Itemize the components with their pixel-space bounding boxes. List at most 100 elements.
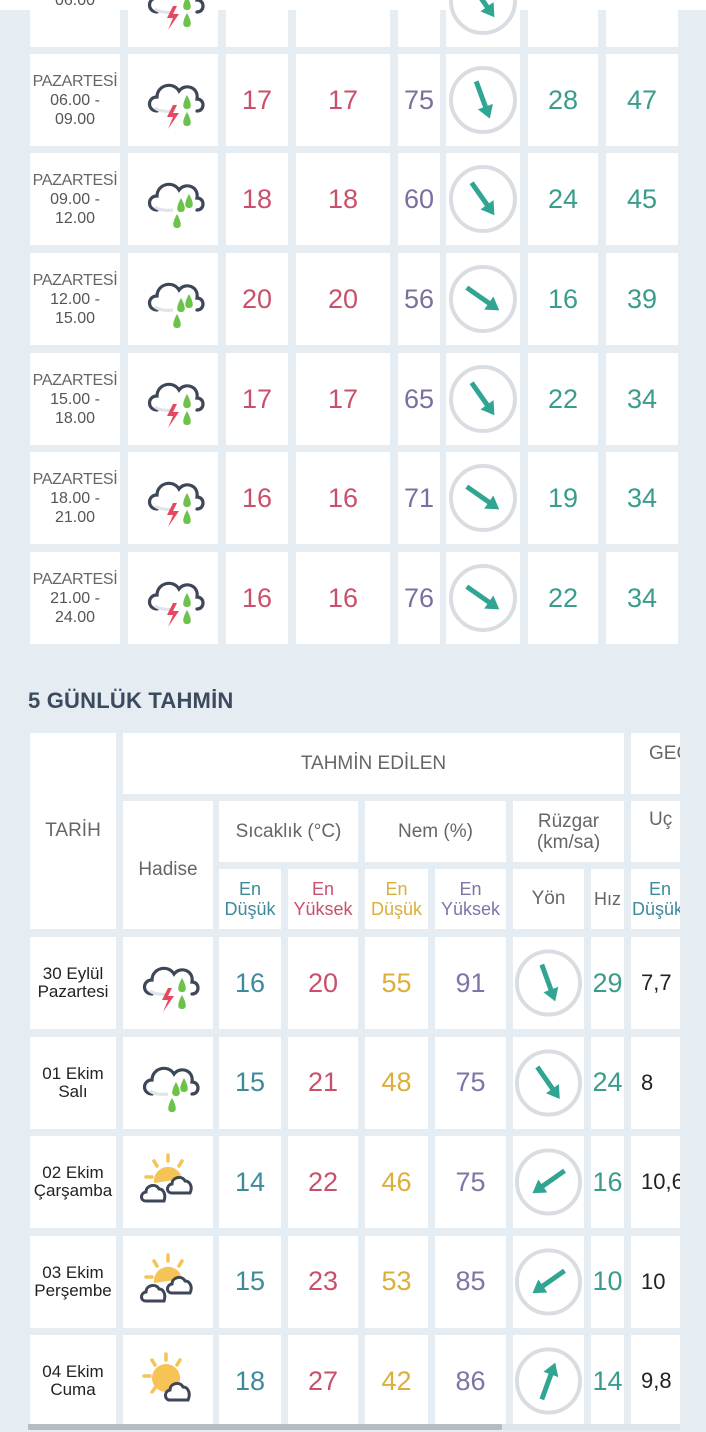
- header-temp-max: En Yüksek: [288, 869, 358, 929]
- hourly-feels-like: 20: [296, 253, 390, 345]
- hourly-humidity: 65: [398, 353, 440, 445]
- label-min: Düşük: [370, 899, 423, 919]
- hourly-date-cell: PAZARTESİ 06.00 -09.00: [30, 54, 120, 146]
- daily-weather-cell: [123, 1235, 213, 1328]
- hourly-date-cell: PAZARTESİ 15.00 -18.00: [30, 353, 120, 445]
- header-direction: Yön: [513, 869, 584, 929]
- label-en: En: [459, 879, 482, 899]
- hourly-feels-like: 17: [296, 54, 390, 146]
- time-start: 06.00 -: [50, 91, 100, 109]
- time-end: 06.00: [54, 0, 96, 9]
- daily-wind-speed: 10: [591, 1235, 624, 1328]
- thunderstorm-rain-icon: [147, 382, 205, 428]
- thunderstorm-rain-icon: [147, 481, 205, 527]
- day-label: PAZARTESİ: [32, 271, 118, 289]
- daily-hum-min: 42: [365, 1335, 428, 1427]
- day-label: PAZARTESİ: [32, 171, 118, 189]
- daily-hum-min: 46: [365, 1136, 428, 1228]
- hourly-feels-like: 16: [296, 552, 390, 644]
- daily-date-cell: 02 Ekim Çarşamba: [30, 1136, 116, 1228]
- time-start: 12.00 -: [50, 290, 100, 308]
- header-wind-line2: (km/sa): [536, 831, 601, 853]
- hourly-feels-like: 16: [296, 452, 390, 544]
- weekday-label: Pazartesi: [37, 982, 109, 1001]
- label-max: Yüksek: [293, 899, 353, 919]
- header-date: TARİH: [30, 733, 116, 929]
- daily-wind-direction: [513, 1235, 584, 1328]
- wind-direction-icon: [514, 1347, 583, 1415]
- thunderstorm-rain-icon: [147, 83, 205, 129]
- daily-temp-min: 15: [219, 1235, 281, 1328]
- daily-date-cell: 30 Eylül Pazartesi: [30, 937, 116, 1029]
- daily-temp-min: 18: [219, 1335, 281, 1427]
- weekday-label: Cuma: [50, 1380, 96, 1399]
- daily-hum-max: 75: [435, 1136, 506, 1228]
- rain-icon: [147, 282, 205, 328]
- label-en: En: [311, 879, 335, 899]
- thunderstorm-rain-icon: [147, 581, 205, 627]
- daily-extra-value: 10: [631, 1235, 680, 1328]
- daily-wind-speed: 29: [591, 937, 624, 1029]
- sun-cloud-icon: [142, 1352, 191, 1402]
- hourly-wind-speed: 16: [528, 253, 598, 345]
- daily-wind-speed: 16: [591, 1136, 624, 1228]
- weekday-label: Perşembe: [34, 1280, 112, 1300]
- hourly-wind-direction: [446, 153, 520, 245]
- rain-icon: [147, 182, 205, 228]
- wind-direction-icon: [449, 365, 517, 433]
- weekday-label: Çarşamba: [33, 1181, 113, 1200]
- date-label: 04 Ekim: [42, 1362, 104, 1381]
- five-day-forecast-table[interactable]: TARİH TAHMİN EDİLEN GEÇ Hadise Sıcaklık …: [0, 733, 680, 1432]
- wind-direction-icon: [449, 165, 517, 233]
- hourly-weather-cell: [128, 0, 218, 47]
- daily-temp-max: 27: [288, 1335, 358, 1427]
- hourly-wind-gust: 34: [606, 353, 678, 445]
- daily-weather-cell: [123, 1335, 213, 1427]
- daily-temp-min: 14: [219, 1136, 281, 1228]
- hourly-feels-like: [296, 0, 390, 47]
- daily-temp-max: 21: [288, 1036, 358, 1129]
- hourly-wind-direction: [446, 353, 520, 445]
- wind-direction-icon: [514, 949, 583, 1017]
- date-label: 30 Eylül: [42, 964, 104, 983]
- daily-hum-min: 55: [365, 937, 428, 1029]
- hourly-temperature: [226, 0, 288, 47]
- hourly-humidity: [398, 0, 440, 47]
- time-end: 21.00: [54, 508, 96, 526]
- daily-temp-min: 15: [219, 1036, 281, 1129]
- header-hum-min: En Düşük: [365, 869, 428, 929]
- hourly-wind-gust: 34: [606, 552, 678, 644]
- hourly-feels-like: 17: [296, 353, 390, 445]
- daily-extra-value: 9,8: [631, 1335, 680, 1427]
- daily-temp-max: 22: [288, 1136, 358, 1228]
- hourly-weather-cell: [128, 552, 218, 644]
- hourly-wind-direction: [446, 0, 520, 47]
- daily-temp-max: 20: [288, 937, 358, 1029]
- header-hum-max: En Yüksek: [435, 869, 506, 929]
- hourly-wind-speed: 24: [528, 153, 598, 245]
- daily-wind-direction: [513, 937, 584, 1029]
- daily-extra-value: 7,7: [631, 937, 680, 1029]
- hourly-date-cell: PAZARTESİ 12.00 -15.00: [30, 253, 120, 345]
- header-past: GEÇ: [631, 733, 680, 794]
- daily-temp-min: 16: [219, 937, 281, 1029]
- horizontal-scrollbar-thumb[interactable]: [28, 1424, 502, 1430]
- daily-extra-value: 8: [631, 1036, 680, 1129]
- date-label: 03 Ekim: [42, 1262, 104, 1282]
- daily-wind-speed: 24: [591, 1036, 624, 1129]
- hourly-weather-cell: [128, 353, 218, 445]
- hourly-wind-speed: 19: [528, 452, 598, 544]
- daily-hum-min: 53: [365, 1235, 428, 1328]
- label-en: En: [238, 879, 262, 899]
- time-end: 24.00: [54, 608, 96, 626]
- header-wind-line1: Rüzgar: [537, 810, 600, 832]
- hourly-wind-direction: [446, 54, 520, 146]
- wind-direction-icon: [449, 66, 517, 134]
- hourly-humidity: 56: [398, 253, 440, 345]
- hourly-wind-direction: [446, 552, 520, 644]
- daily-wind-direction: [513, 1136, 584, 1228]
- daily-hum-max: 91: [435, 937, 506, 1029]
- time-start: 09.00 -: [50, 190, 100, 208]
- date-label: 01 Ekim: [42, 1063, 104, 1083]
- hourly-wind-gust: 34: [606, 452, 678, 544]
